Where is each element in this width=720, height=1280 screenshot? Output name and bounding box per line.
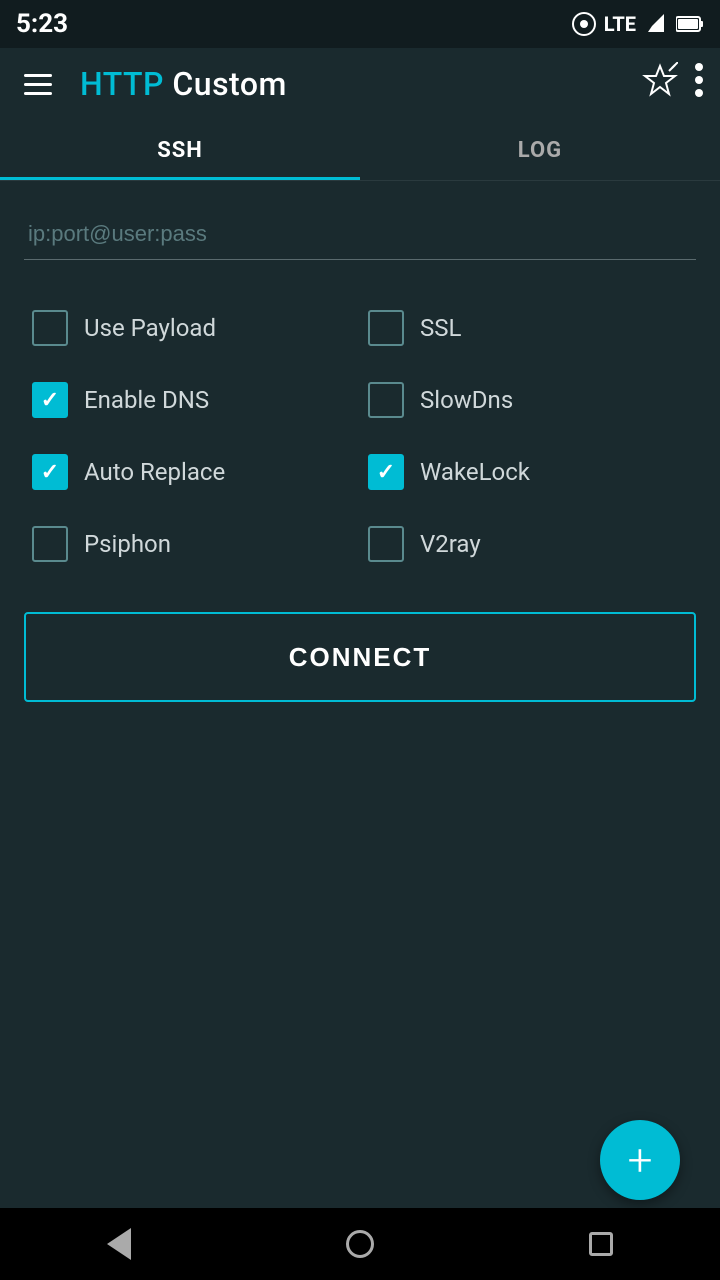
checkbox-auto-replace-box bbox=[32, 454, 68, 490]
status-bar: 5:23 LTE bbox=[0, 0, 720, 48]
tab-log-label: LOG bbox=[518, 138, 562, 163]
nav-back-button[interactable] bbox=[107, 1228, 131, 1260]
home-icon bbox=[346, 1230, 374, 1258]
checkbox-auto-replace-label: Auto Replace bbox=[84, 458, 225, 486]
app-icon bbox=[572, 12, 596, 36]
checkbox-slow-dns-box bbox=[368, 382, 404, 418]
tab-log[interactable]: LOG bbox=[360, 120, 720, 180]
hamburger-line-2 bbox=[24, 83, 52, 86]
battery-icon bbox=[676, 15, 704, 33]
tabs: SSH LOG bbox=[0, 120, 720, 181]
app-title-http: HTTP bbox=[80, 65, 164, 103]
checkbox-enable-dns-box bbox=[32, 382, 68, 418]
app-bar-actions bbox=[642, 62, 704, 106]
star-button[interactable] bbox=[642, 62, 678, 106]
fab-add-button[interactable]: + bbox=[600, 1120, 680, 1200]
nav-recent-button[interactable] bbox=[589, 1232, 613, 1256]
checkbox-enable-dns-label: Enable DNS bbox=[84, 386, 209, 414]
hamburger-line-1 bbox=[24, 74, 52, 77]
hamburger-menu-button[interactable] bbox=[16, 66, 60, 103]
checkbox-use-payload[interactable]: Use Payload bbox=[24, 292, 360, 364]
hamburger-line-3 bbox=[24, 92, 52, 95]
checkbox-v2ray-box bbox=[368, 526, 404, 562]
status-time: 5:23 bbox=[16, 9, 68, 39]
nav-bar bbox=[0, 1208, 720, 1280]
ssh-input[interactable] bbox=[24, 213, 696, 260]
checkbox-ssl[interactable]: SSL bbox=[360, 292, 696, 364]
checkbox-use-payload-label: Use Payload bbox=[84, 314, 216, 342]
checkbox-v2ray-label: V2ray bbox=[420, 530, 481, 558]
app-title: HTTP Custom bbox=[80, 65, 622, 103]
connect-button[interactable]: CONNECT bbox=[24, 612, 696, 702]
app-bar: HTTP Custom bbox=[0, 48, 720, 120]
checkbox-auto-replace[interactable]: Auto Replace bbox=[24, 436, 360, 508]
checkbox-slow-dns-label: SlowDns bbox=[420, 386, 513, 414]
checkbox-psiphon-label: Psiphon bbox=[84, 530, 171, 558]
back-icon bbox=[107, 1228, 131, 1260]
checkboxes-grid: Use Payload SSL Enable DNS SlowDns Auto … bbox=[24, 292, 696, 580]
add-icon: + bbox=[628, 1138, 653, 1182]
recent-icon bbox=[589, 1232, 613, 1256]
checkbox-use-payload-box bbox=[32, 310, 68, 346]
checkbox-v2ray[interactable]: V2ray bbox=[360, 508, 696, 580]
signal-icon bbox=[644, 12, 668, 36]
status-icons: LTE bbox=[572, 12, 704, 36]
checkbox-wakelock-box bbox=[368, 454, 404, 490]
checkbox-wakelock[interactable]: WakeLock bbox=[360, 436, 696, 508]
checkbox-enable-dns[interactable]: Enable DNS bbox=[24, 364, 360, 436]
connect-button-label: CONNECT bbox=[289, 642, 432, 673]
app-title-custom: Custom bbox=[164, 65, 287, 103]
checkbox-slow-dns[interactable]: SlowDns bbox=[360, 364, 696, 436]
content: Use Payload SSL Enable DNS SlowDns Auto … bbox=[0, 181, 720, 726]
star-icon bbox=[642, 62, 678, 98]
lte-label: LTE bbox=[604, 12, 636, 36]
more-options-button[interactable] bbox=[694, 62, 704, 106]
checkbox-psiphon[interactable]: Psiphon bbox=[24, 508, 360, 580]
checkbox-ssl-label: SSL bbox=[420, 314, 461, 342]
nav-home-button[interactable] bbox=[346, 1230, 374, 1258]
checkbox-wakelock-label: WakeLock bbox=[420, 458, 530, 486]
tab-ssh[interactable]: SSH bbox=[0, 120, 360, 180]
checkbox-psiphon-box bbox=[32, 526, 68, 562]
checkbox-ssl-box bbox=[368, 310, 404, 346]
tab-ssh-label: SSH bbox=[157, 138, 203, 163]
more-options-icon bbox=[694, 62, 704, 98]
